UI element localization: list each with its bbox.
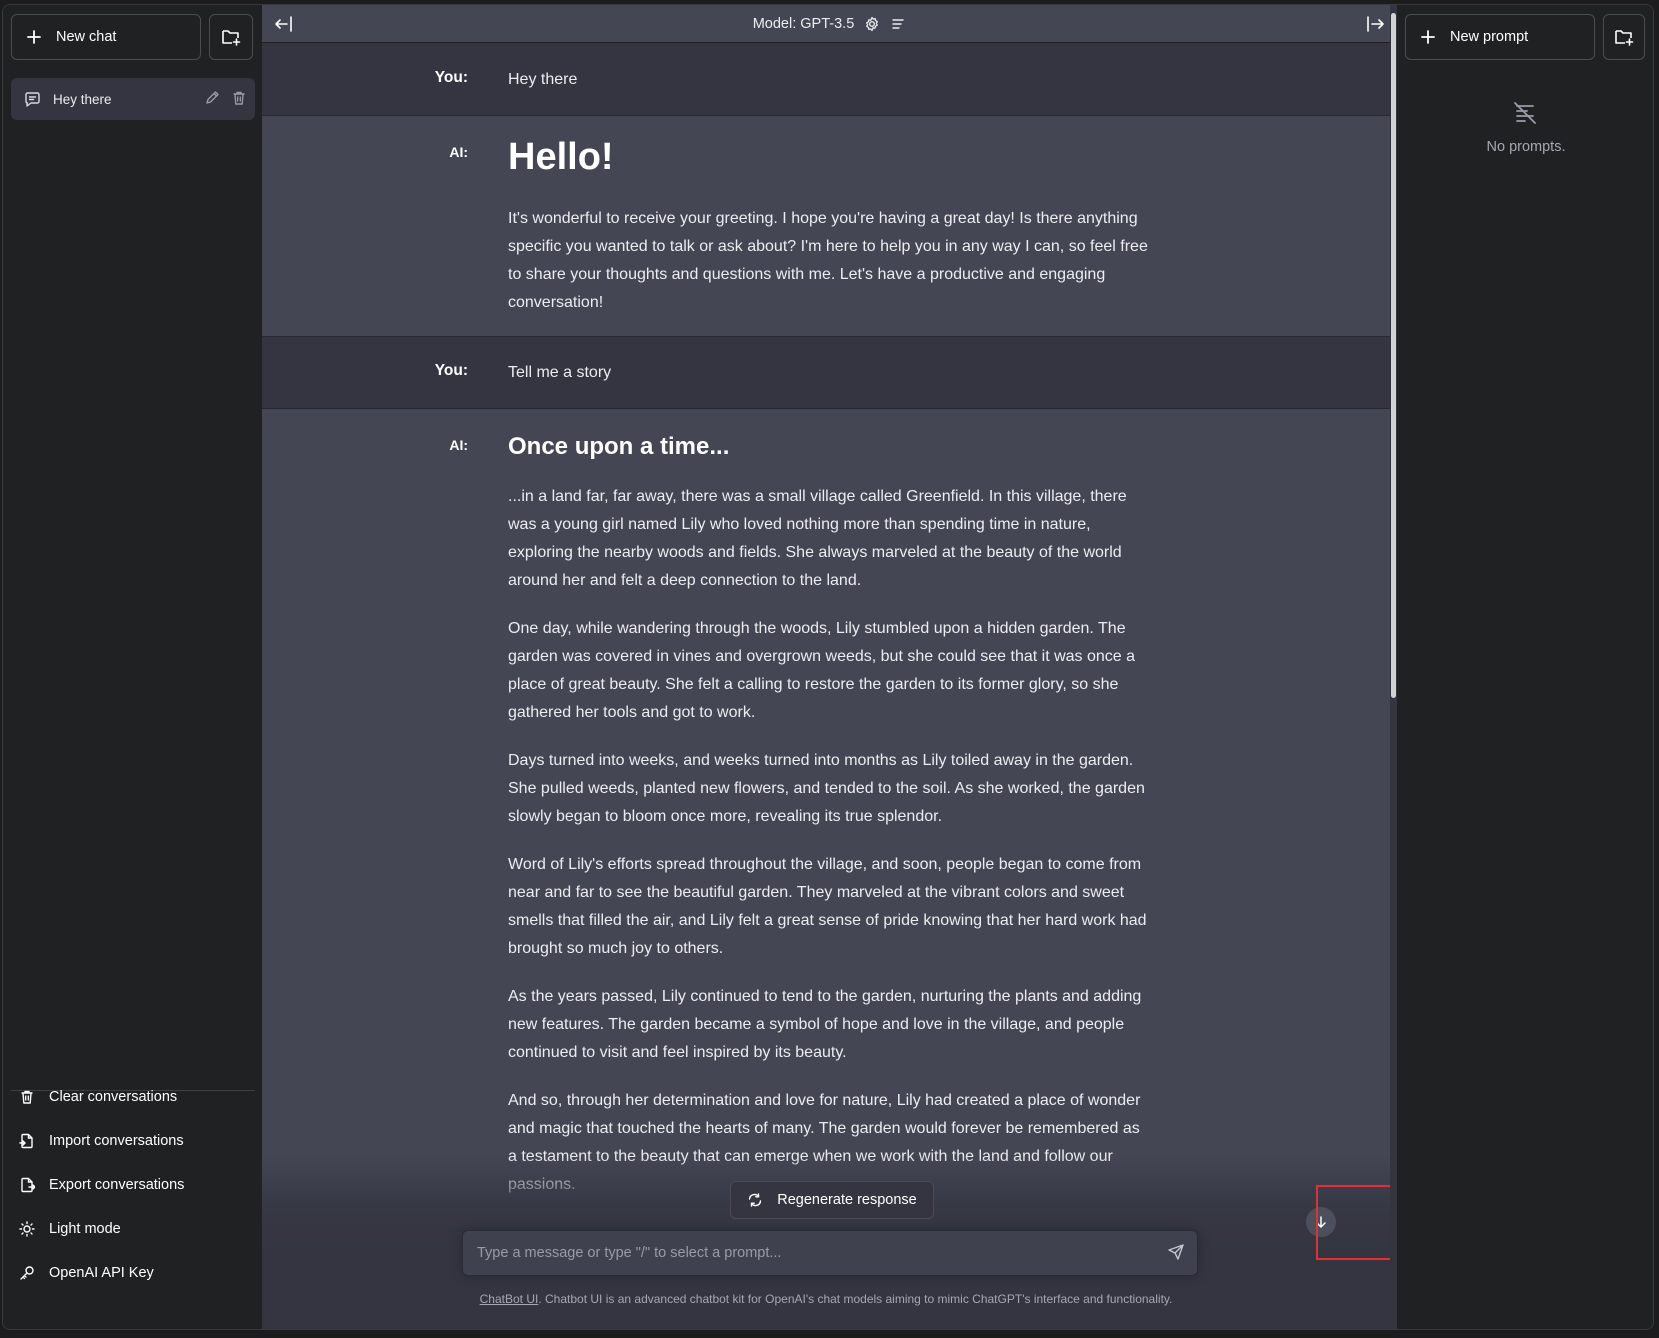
user-message: You: Hey there <box>262 44 1390 116</box>
model-label: Model: GPT-3.5 <box>752 16 855 32</box>
message-text: Hey there <box>508 71 578 88</box>
folder-plus-icon <box>221 28 241 46</box>
new-folder-button[interactable] <box>209 14 253 60</box>
api-key-button[interactable]: OpenAI API Key <box>19 1258 154 1288</box>
export-conversations-label: Export conversations <box>49 1177 185 1193</box>
chat-topbar: Model: GPT-3.5 <box>262 5 1397 43</box>
message-role: You: <box>434 69 468 86</box>
sun-icon <box>19 1221 35 1237</box>
message-input-container <box>462 1230 1198 1276</box>
clear-conversations-label: Clear conversations <box>49 1089 178 1105</box>
clear-conversations-button[interactable]: Clear conversations <box>19 1082 177 1112</box>
import-conversations-button[interactable]: Import conversations <box>19 1126 184 1156</box>
left-sidebar: New chat Hey there Clear conversations I… <box>3 5 261 1329</box>
light-mode-button[interactable]: Light mode <box>19 1214 121 1244</box>
ai-message: AI: Hello! It's wonderful to receive you… <box>262 116 1390 337</box>
import-conversations-label: Import conversations <box>49 1133 184 1149</box>
chatbot-ui-link[interactable]: ChatBot UI <box>480 1292 539 1306</box>
message-paragraph: Days turned into weeks, and weeks turned… <box>508 752 1145 825</box>
plus-icon <box>1420 29 1436 45</box>
gear-icon[interactable] <box>864 16 880 32</box>
message-role: AI: <box>449 144 468 160</box>
highlight-box <box>1316 1185 1397 1260</box>
new-chat-button[interactable]: New chat <box>11 14 201 60</box>
chat-main: Model: GPT-3.5 You: Hey there AI: Hello! <box>262 5 1397 1329</box>
app-window: New chat Hey there Clear conversations I… <box>2 4 1654 1330</box>
message-paragraph: ...in a land far, far away, there was a … <box>508 488 1127 589</box>
pencil-icon[interactable] <box>204 90 220 106</box>
light-mode-label: Light mode <box>49 1221 121 1237</box>
trash-icon[interactable] <box>231 90 247 106</box>
message-content: Hello! It's wonderful to receive your gr… <box>508 134 1148 337</box>
user-message: You: Tell me a story <box>262 337 1390 409</box>
right-sidebar: New prompt No prompts. <box>1397 5 1653 1329</box>
message-role: AI: <box>449 437 468 453</box>
disclaimer-text: . Chatbot UI is an advanced chatbot kit … <box>538 1292 1173 1306</box>
api-key-label: OpenAI API Key <box>49 1265 154 1281</box>
export-conversations-button[interactable]: Export conversations <box>19 1170 184 1200</box>
chat-bubble-icon <box>24 91 41 108</box>
new-prompt-button[interactable]: New prompt <box>1405 14 1595 60</box>
no-prompts-text: No prompts. <box>1486 139 1566 155</box>
plus-icon <box>26 29 42 45</box>
message-heading: Hello! <box>508 136 614 178</box>
message-content: Once upon a time... ...in a land far, fa… <box>508 431 1148 1219</box>
collapse-right-icon[interactable] <box>1365 15 1385 33</box>
regenerate-response-button[interactable]: Regenerate response <box>730 1181 934 1219</box>
menu-lines-icon[interactable] <box>890 16 906 32</box>
new-prompt-label: New prompt <box>1450 29 1529 45</box>
regenerate-label: Regenerate response <box>777 1192 917 1208</box>
refresh-icon <box>747 1192 763 1208</box>
message-paragraph: Word of Lily's efforts spread throughout… <box>508 856 1147 957</box>
model-header: Model: GPT-3.5 <box>262 5 1397 43</box>
file-export-icon <box>19 1177 35 1193</box>
send-icon[interactable] <box>1167 1243 1185 1261</box>
key-icon <box>19 1265 35 1281</box>
message-text: Tell me a story <box>508 364 612 381</box>
scrollbar-thumb[interactable] <box>1391 13 1396 698</box>
message-paragraph: As the years passed, Lily continued to t… <box>508 988 1142 1061</box>
conversation-item[interactable]: Hey there <box>11 78 255 120</box>
message-role: You: <box>434 362 468 379</box>
conversation-title: Hey there <box>53 91 112 107</box>
file-import-icon <box>19 1133 35 1149</box>
folder-plus-icon <box>1614 28 1634 46</box>
message-heading: Once upon a time... <box>508 433 730 460</box>
message-paragraph: It's wonderful to receive your greeting.… <box>508 210 1148 311</box>
new-prompt-folder-button[interactable] <box>1603 14 1645 60</box>
message-paragraph: One day, while wandering through the woo… <box>508 620 1136 721</box>
trash-icon <box>19 1089 35 1105</box>
no-prompts-icon <box>1512 101 1538 125</box>
message-input[interactable] <box>477 1231 1117 1275</box>
disclaimer: ChatBot UI. Chatbot UI is an advanced ch… <box>262 1292 1390 1306</box>
new-chat-label: New chat <box>56 29 117 45</box>
